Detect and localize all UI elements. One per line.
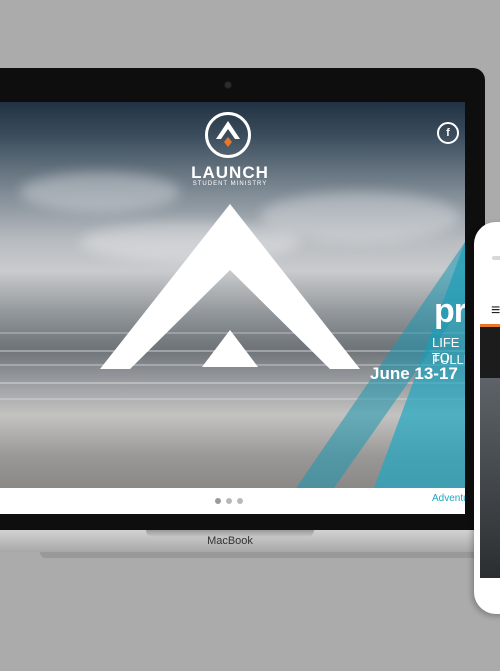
facebook-icon[interactable]: f [437,122,459,144]
laptop-foot [40,552,485,558]
launch-logo-icon[interactable] [205,112,251,158]
footer-adventure-link[interactable]: Adventure [432,493,465,504]
webcam [225,82,231,88]
footer-bar [0,488,465,514]
website-screen: LAUNCH STUDENT MINISTRY f t pri LIFE TO … [0,102,465,514]
event-title: pri [434,292,465,330]
carousel-dot[interactable] [237,498,243,504]
logo-subtitle: STUDENT MINISTRY [192,181,268,187]
event-dates: June 13-17 [370,364,458,383]
carousel-dot[interactable] [215,498,221,504]
phone-screen [480,288,500,578]
phone-speaker [492,256,500,260]
launch-arrow-inner [202,330,258,367]
logo-title: LAUNCH [191,163,269,182]
phone-frame: ≡ [474,222,500,614]
hamburger-menu-icon[interactable]: ≡ [491,302,500,320]
laptop-brand-label: MacBook [207,535,253,547]
logo-diamond [224,137,232,147]
carousel-dot[interactable] [226,498,232,504]
laptop-frame: LAUNCH STUDENT MINISTRY f t pri LIFE TO … [0,68,485,542]
